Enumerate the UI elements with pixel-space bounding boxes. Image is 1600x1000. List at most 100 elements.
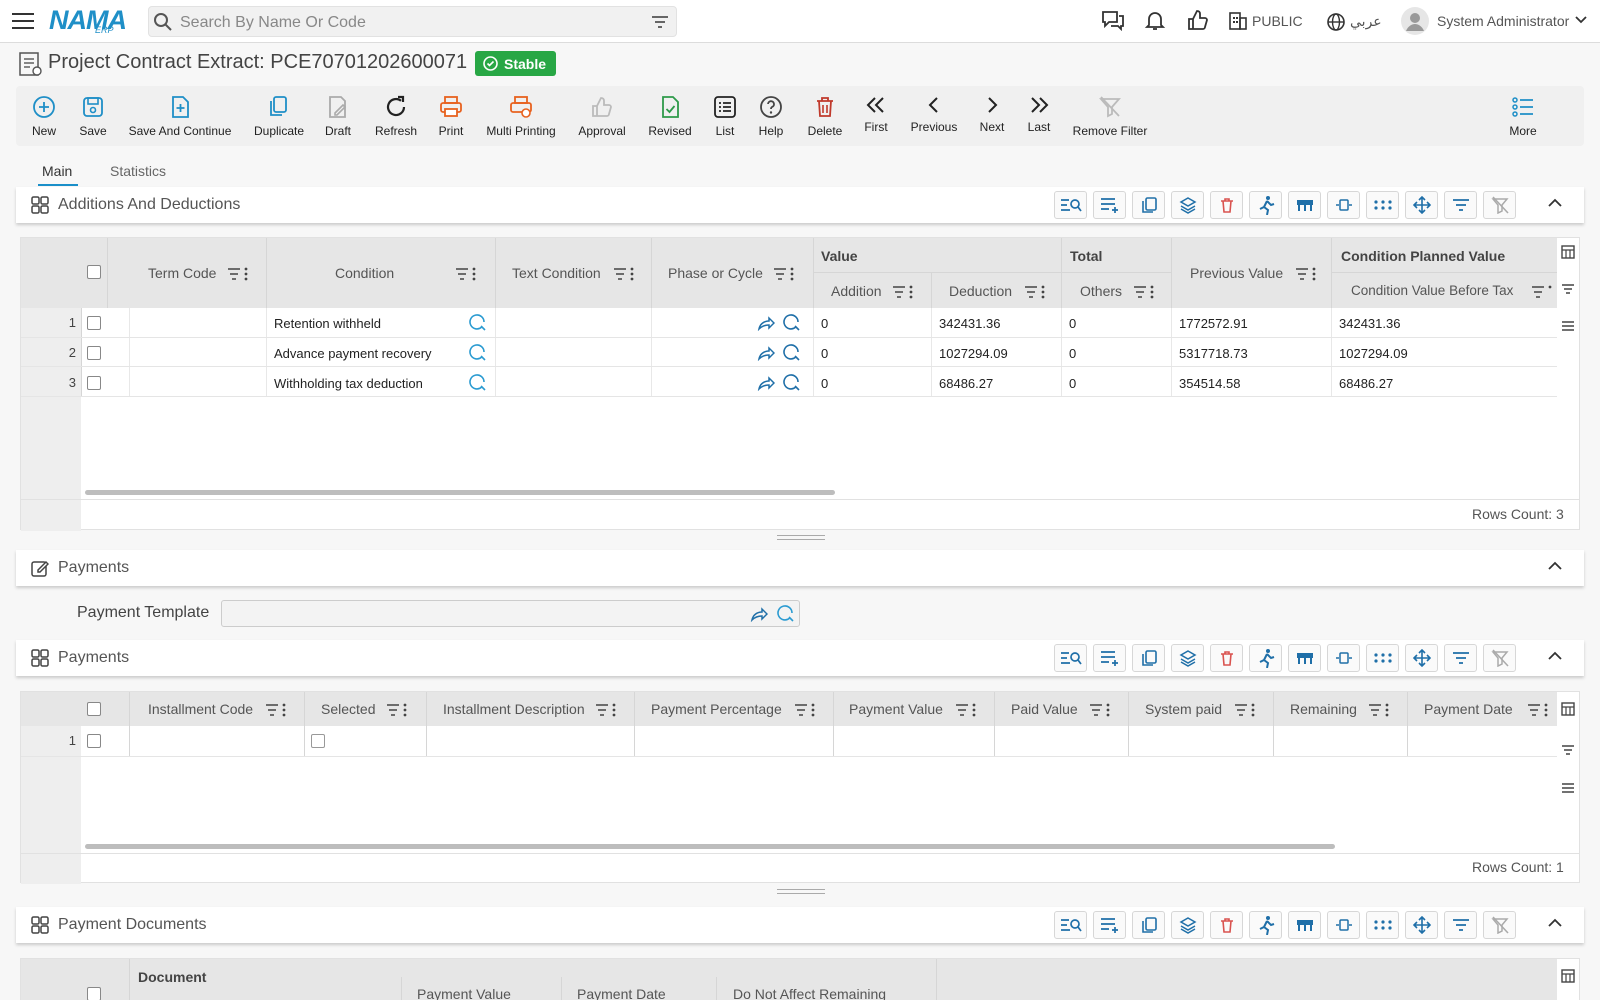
thumbs-up-icon[interactable] xyxy=(1186,9,1208,31)
grid-clear-filter-button[interactable] xyxy=(1483,191,1516,219)
save-and-continue-button[interactable]: Save And Continue xyxy=(129,94,231,138)
select-all-checkbox[interactable] xyxy=(87,265,101,279)
row-checkbox[interactable] xyxy=(87,376,101,390)
remove-filter-button[interactable]: Remove Filter xyxy=(1070,94,1150,138)
column-filter-icon[interactable] xyxy=(1234,703,1256,717)
avatar[interactable] xyxy=(1401,7,1429,35)
grid-add-row-button[interactable] xyxy=(1093,191,1126,219)
header-remaining[interactable]: Remaining xyxy=(1290,701,1357,717)
grid-filter-button[interactable] xyxy=(1444,644,1477,672)
chevron-down-icon[interactable] xyxy=(1575,16,1587,24)
tab-main[interactable]: Main xyxy=(42,163,72,179)
select-all-checkbox[interactable] xyxy=(87,702,101,716)
header-do-not-affect-remaining[interactable]: Do Not Affect Remaining xyxy=(733,986,886,1000)
payments-form-section-header[interactable]: Payments xyxy=(16,550,1584,586)
header-others[interactable]: Others xyxy=(1080,283,1122,299)
column-chooser-icon[interactable] xyxy=(1561,969,1575,983)
grid-move-button[interactable] xyxy=(1405,191,1438,219)
column-filter-icon[interactable] xyxy=(595,703,617,717)
column-filter-icon[interactable] xyxy=(955,703,977,717)
grid-fit-button[interactable] xyxy=(1327,911,1360,939)
save-button[interactable]: Save xyxy=(53,94,133,138)
share-arrow-icon[interactable] xyxy=(757,345,775,361)
row-checkbox[interactable] xyxy=(87,346,101,360)
grid-fit-button[interactable] xyxy=(1327,644,1360,672)
search-box[interactable]: Search By Name Or Code xyxy=(148,6,677,37)
header-installment-code[interactable]: Installment Code xyxy=(148,701,253,717)
lookup-search-icon[interactable] xyxy=(469,314,487,332)
additions-section-header[interactable]: Additions And Deductions xyxy=(16,187,1584,223)
grid-delete-button[interactable] xyxy=(1210,644,1243,672)
multi-printing-button[interactable]: Multi Printing xyxy=(481,94,561,138)
grid-filter-button[interactable] xyxy=(1444,911,1477,939)
column-filter-icon[interactable] xyxy=(1531,285,1553,299)
cell-addition[interactable]: 0 xyxy=(821,316,828,331)
cell-condition[interactable]: Retention withheld xyxy=(274,316,381,331)
documents-section-header[interactable]: Payment Documents xyxy=(16,907,1584,943)
search-filter-icon[interactable] xyxy=(652,15,668,29)
header-condition[interactable]: Condition xyxy=(335,265,394,281)
grid-delete-button[interactable] xyxy=(1210,191,1243,219)
header-previous-value[interactable]: Previous Value xyxy=(1190,265,1283,281)
cell-addition[interactable]: 0 xyxy=(821,376,828,391)
cell-deduction[interactable]: 68486.27 xyxy=(939,376,993,391)
column-chooser-icon[interactable] xyxy=(1561,245,1575,259)
column-filter-icon[interactable] xyxy=(613,267,635,281)
payment-template-field[interactable] xyxy=(221,600,800,627)
header-text-condition[interactable]: Text Condition xyxy=(512,265,601,281)
hamburger-menu-icon[interactable] xyxy=(12,12,34,30)
grid-run-button[interactable] xyxy=(1249,911,1282,939)
cell-before-tax[interactable]: 68486.27 xyxy=(1339,376,1393,391)
tab-statistics[interactable]: Statistics xyxy=(110,163,166,179)
grid-dots-button[interactable] xyxy=(1366,911,1399,939)
grid-dots-button[interactable] xyxy=(1366,191,1399,219)
grid-layout-button[interactable] xyxy=(1288,644,1321,672)
grid-layers-button[interactable] xyxy=(1171,191,1204,219)
grid-layers-button[interactable] xyxy=(1171,644,1204,672)
cell-before-tax[interactable]: 1027294.09 xyxy=(1339,346,1408,361)
chevron-up-icon[interactable] xyxy=(1548,561,1562,571)
grid-move-button[interactable] xyxy=(1405,911,1438,939)
column-filter-icon[interactable] xyxy=(892,285,914,299)
grid-copy-button[interactable] xyxy=(1132,911,1165,939)
grid-move-button[interactable] xyxy=(1405,644,1438,672)
header-payment-value[interactable]: Payment Value xyxy=(849,701,943,717)
cell-previous-value[interactable]: 5317718.73 xyxy=(1179,346,1248,361)
grid-add-row-button[interactable] xyxy=(1093,911,1126,939)
bell-icon[interactable] xyxy=(1144,9,1166,31)
side-menu-icon[interactable] xyxy=(1561,320,1575,332)
column-filter-icon[interactable] xyxy=(794,703,816,717)
column-filter-icon[interactable] xyxy=(1368,703,1390,717)
column-filter-icon[interactable] xyxy=(265,703,287,717)
chevron-up-icon[interactable] xyxy=(1548,918,1562,928)
grid-run-button[interactable] xyxy=(1249,644,1282,672)
select-all-checkbox[interactable] xyxy=(87,987,101,1000)
column-filter-icon[interactable] xyxy=(227,267,249,281)
cell-deduction[interactable]: 342431.36 xyxy=(939,316,1000,331)
branch-label[interactable]: PUBLIC xyxy=(1252,13,1303,29)
cell-condition[interactable]: Withholding tax deduction xyxy=(274,376,423,391)
grid-layout-button[interactable] xyxy=(1288,911,1321,939)
horizontal-scrollbar[interactable] xyxy=(85,844,1335,849)
side-filter-icon[interactable] xyxy=(1561,283,1575,295)
more-button[interactable]: More xyxy=(1483,94,1563,138)
cell-previous-value[interactable]: 354514.58 xyxy=(1179,376,1240,391)
header-term-code[interactable]: Term Code xyxy=(148,265,216,281)
side-filter-icon[interactable] xyxy=(1561,744,1575,756)
app-logo[interactable]: NAMA xyxy=(49,5,127,36)
grid-run-button[interactable] xyxy=(1249,191,1282,219)
horizontal-scrollbar[interactable] xyxy=(85,490,835,495)
header-payment-date[interactable]: Payment Date xyxy=(1424,701,1513,717)
lookup-search-icon[interactable] xyxy=(783,374,801,392)
chat-icon[interactable] xyxy=(1101,9,1125,31)
chevron-up-icon[interactable] xyxy=(1548,198,1562,208)
cell-others[interactable]: 0 xyxy=(1069,376,1076,391)
user-name[interactable]: System Administrator xyxy=(1437,13,1569,29)
building-icon[interactable] xyxy=(1228,9,1248,31)
share-arrow-icon[interactable] xyxy=(750,606,768,622)
header-paid-value[interactable]: Paid Value xyxy=(1011,701,1078,717)
search-input[interactable]: Search By Name Or Code xyxy=(180,14,366,32)
selected-checkbox[interactable] xyxy=(311,734,325,748)
row-checkbox[interactable] xyxy=(87,734,101,748)
chevron-up-icon[interactable] xyxy=(1548,651,1562,661)
